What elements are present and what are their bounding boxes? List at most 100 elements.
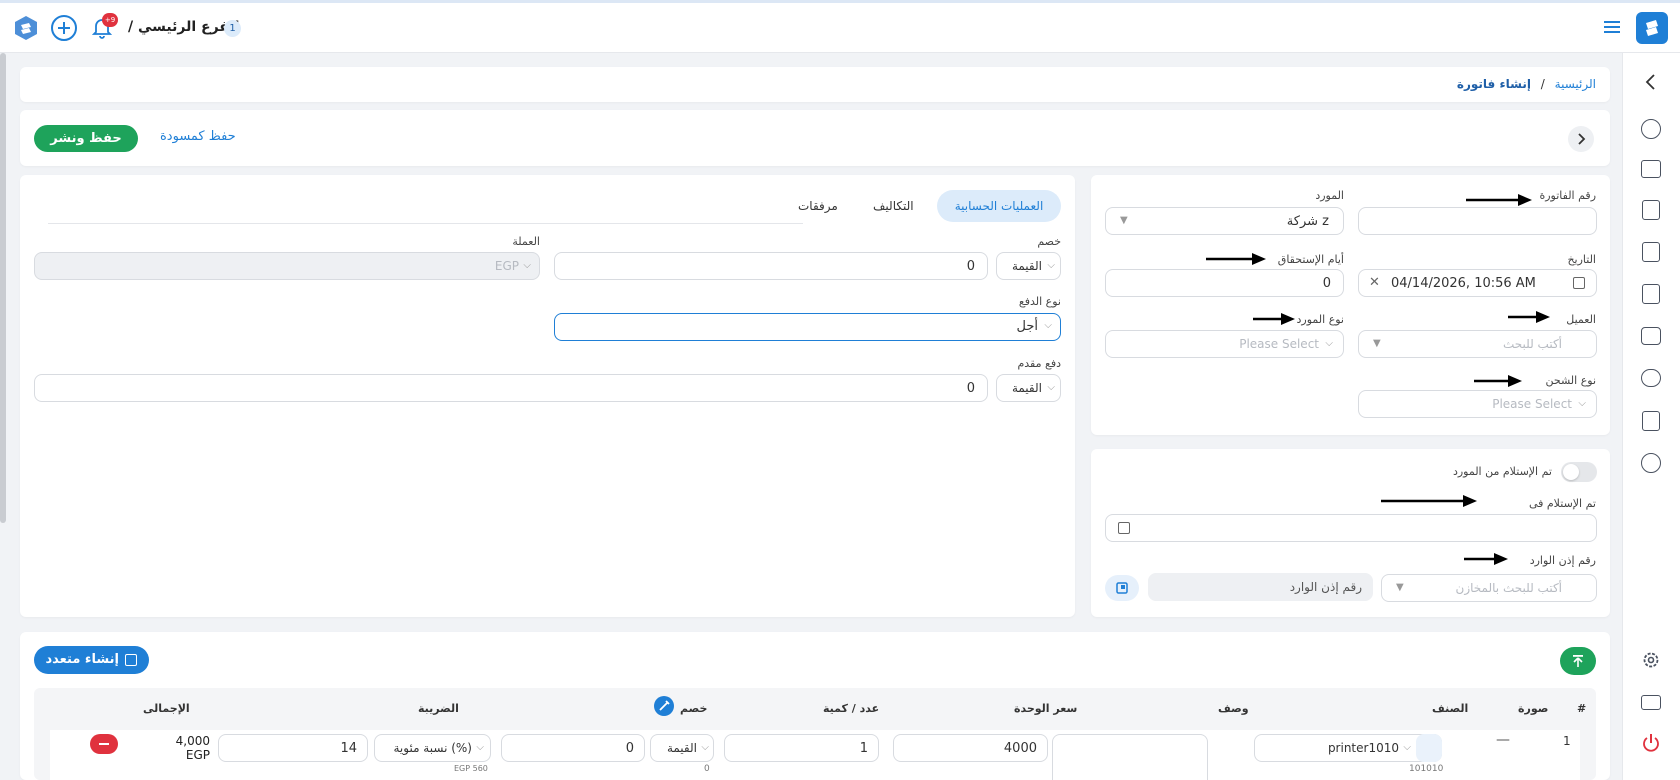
tax-type-select[interactable]: نسبة مئوية (%) ⌵ xyxy=(374,734,491,762)
breadcrumb-home[interactable]: الرئيسية xyxy=(1555,77,1596,91)
col-total: الإجمالى xyxy=(143,702,190,715)
search-doc-icon[interactable] xyxy=(1642,200,1660,220)
supplier-type-placeholder: Please Select xyxy=(1239,337,1319,351)
supplier-select[interactable]: ▼ شركة z xyxy=(1105,207,1344,235)
received-at-input[interactable] xyxy=(1105,514,1597,542)
remove-row-button[interactable] xyxy=(90,734,118,754)
client-select[interactable]: ▼ أكتب للبحث xyxy=(1358,330,1597,358)
save-publish-button[interactable]: حفظ ونشر xyxy=(34,125,138,152)
row-num: 1 xyxy=(1563,734,1571,748)
items-card: إنشاء متعدد # صورة الصنف وصف سعر الوحدة … xyxy=(20,632,1610,780)
shipping-type-label: نوع الشحن xyxy=(1545,374,1597,387)
unit-price-input[interactable]: 4000 xyxy=(893,734,1048,762)
supplier-value: شركة z xyxy=(1286,214,1329,229)
tax-sub: EGP 560 xyxy=(454,764,488,773)
supplier-label: المورد xyxy=(1315,189,1344,202)
table-row: 1 — printer1010 ⌵ 101010 4000 1 القيمة ⌵ xyxy=(50,730,1580,780)
currency-label: العملة xyxy=(512,235,540,248)
row-total-amount: 4,000 xyxy=(175,734,210,748)
chevron-down-icon: ⌵ xyxy=(1044,320,1052,331)
supplier-type-label: نوع المورد xyxy=(1296,313,1344,326)
display-icon[interactable] xyxy=(1641,695,1661,710)
add-icon[interactable] xyxy=(51,15,77,41)
row-discount-value: 0 xyxy=(625,741,634,756)
tab-calculations[interactable]: العمليات الحسابية xyxy=(937,190,1061,222)
col-num: # xyxy=(1577,702,1587,715)
received-toggle[interactable] xyxy=(1561,462,1597,482)
dashboard-icon[interactable] xyxy=(1641,119,1661,139)
chevron-down-icon: ⌵ xyxy=(701,742,709,753)
breadcrumb: الرئيسية / إنشاء فاتورة xyxy=(20,67,1610,102)
voucher-label: رقم إذن الوارد xyxy=(1529,554,1596,567)
gear-icon[interactable] xyxy=(1641,650,1661,670)
power-icon[interactable] xyxy=(1642,733,1660,753)
warehouse-placeholder: أكتب للبحث بالمخازن xyxy=(1455,581,1562,595)
receipt-card: تم الإستلام من المورد تم الإستلام فى رقم… xyxy=(1091,449,1610,617)
scroll-top-button[interactable] xyxy=(1560,647,1596,675)
settings-doc-icon[interactable] xyxy=(1642,411,1660,431)
calendar-icon xyxy=(1573,277,1585,289)
edit-voucher-icon[interactable] xyxy=(1105,575,1139,601)
shipping-type-select[interactable]: Please Select ⌵ xyxy=(1358,390,1597,418)
toggle-knob xyxy=(1563,464,1579,480)
chevron-down-icon: ▼ xyxy=(1373,338,1381,349)
create-multiple-button[interactable]: إنشاء متعدد xyxy=(34,646,149,674)
tax-input[interactable]: 14 xyxy=(218,734,368,762)
qty-input[interactable]: 1 xyxy=(724,734,879,762)
save-draft-button[interactable]: حفظ كمسودة xyxy=(160,129,236,144)
clear-icon[interactable]: ✕ xyxy=(1369,275,1380,290)
col-item: الصنف xyxy=(1432,702,1469,715)
right-sidebar xyxy=(1622,53,1680,780)
date-input[interactable]: ✕ 04/14/2026, 10:56 AM xyxy=(1358,269,1597,297)
row-discount-sub: 0 xyxy=(704,764,710,774)
expand-chevron-icon[interactable] xyxy=(1568,126,1594,152)
refund-doc-icon[interactable] xyxy=(1642,284,1660,304)
items-table: # صورة الصنف وصف سعر الوحدة عدد / كمية خ… xyxy=(34,688,1596,780)
collapse-chevron-icon[interactable] xyxy=(1643,73,1659,91)
description-input[interactable] xyxy=(1052,734,1208,780)
chevron-down-icon: ⌵ xyxy=(1403,742,1411,753)
app-logo[interactable] xyxy=(1636,12,1668,44)
item-select[interactable]: printer1010 ⌵ xyxy=(1254,734,1442,762)
received-at-label: تم الإستلام فى xyxy=(1528,497,1596,510)
payment-type-select[interactable]: أجل ⌵ xyxy=(554,313,1061,341)
users-icon[interactable] xyxy=(1641,369,1661,387)
calendar-icon xyxy=(1118,522,1130,534)
payment-type-value: أجل xyxy=(1016,319,1039,334)
delivery-icon[interactable] xyxy=(1641,327,1661,345)
brand-logo-icon[interactable] xyxy=(12,14,40,42)
advance-input[interactable]: 0 xyxy=(34,374,988,402)
voucher-input[interactable]: رقم إذن الوارد xyxy=(1148,573,1373,601)
invoice-doc-icon[interactable] xyxy=(1642,242,1660,262)
client-label: العميل xyxy=(1566,313,1596,326)
chevron-down-icon: ⌵ xyxy=(1047,260,1055,271)
row-discount-input[interactable]: 0 xyxy=(501,734,645,762)
advance-type-select[interactable]: القيمة ⌵ xyxy=(996,374,1061,402)
invoice-number-input[interactable] xyxy=(1358,207,1597,235)
tab-attachments[interactable]: مرفقات xyxy=(798,199,838,213)
tax-value: 14 xyxy=(340,741,357,756)
chevron-down-icon: ⌵ xyxy=(523,260,531,271)
currency-select[interactable]: EGP ⌵ xyxy=(34,252,540,280)
col-tax: الضريبة xyxy=(418,702,459,715)
store-icon[interactable] xyxy=(1641,160,1661,178)
tab-costs[interactable]: التكاليف xyxy=(873,199,914,213)
discount-label: خصم xyxy=(1037,235,1061,248)
branch-label[interactable]: الفرع الرئيسي / xyxy=(128,19,239,35)
page-scrollbar[interactable] xyxy=(0,53,6,523)
col-unit-price: سعر الوحدة xyxy=(1014,702,1078,715)
action-bar: حفظ ونشر حفظ كمسودة xyxy=(20,110,1610,166)
row-discount-type-select[interactable]: القيمة ⌵ xyxy=(650,734,714,762)
due-days-input[interactable]: 0 xyxy=(1105,269,1344,297)
menu-icon[interactable] xyxy=(1604,19,1622,35)
date-value: 04/14/2026, 10:56 AM xyxy=(1391,276,1536,291)
currency-value: EGP xyxy=(494,259,519,273)
bookmark-icon[interactable] xyxy=(1416,734,1442,762)
supplier-type-select[interactable]: Please Select ⌵ xyxy=(1105,330,1344,358)
chevron-down-icon: ▼ xyxy=(1396,582,1404,593)
warehouse-search-select[interactable]: ▼ أكتب للبحث بالمخازن xyxy=(1381,574,1597,602)
reports-icon[interactable] xyxy=(1641,453,1661,473)
discount-input[interactable]: 0 xyxy=(554,252,988,280)
discount-type-select[interactable]: القيمة ⌵ xyxy=(996,252,1061,280)
eyedropper-icon[interactable] xyxy=(654,696,674,716)
